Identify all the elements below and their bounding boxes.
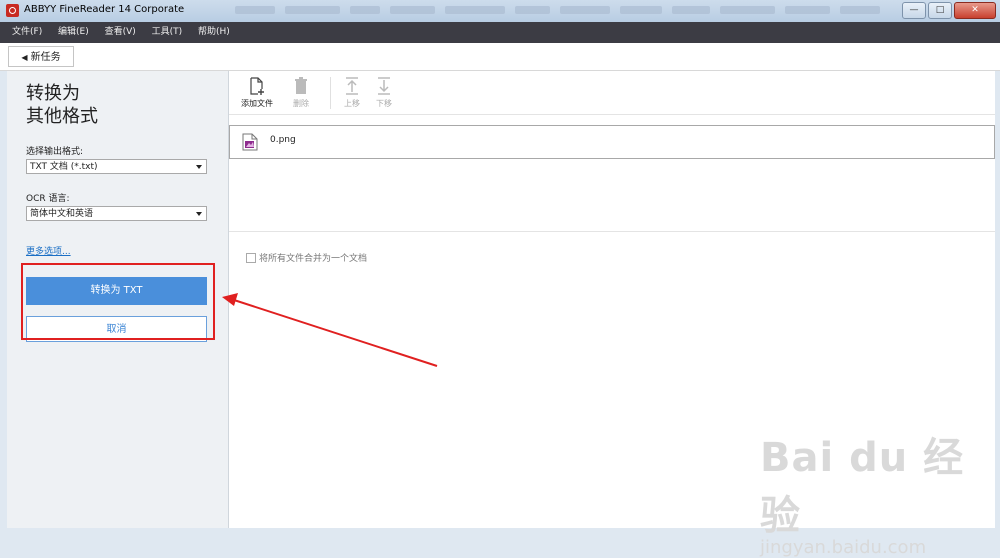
format-value: TXT 文档 (*.txt) <box>30 162 98 172</box>
list-item[interactable]: 0.png <box>229 125 995 159</box>
task-toolbar <box>0 43 1000 71</box>
image-file-icon <box>242 133 258 151</box>
move-up-icon <box>346 77 358 95</box>
menu-file[interactable]: 文件(F) <box>12 22 42 43</box>
baidu-watermark: Bai du 经验 jingyan.baidu.com <box>760 435 965 558</box>
ocr-language-label: OCR 语言: <box>26 194 70 204</box>
move-down-icon <box>378 77 390 95</box>
file-list: 0.png <box>229 114 995 232</box>
minimize-button[interactable]: — <box>902 2 926 19</box>
new-task-button[interactable]: ◀ 新任务 <box>8 46 74 67</box>
chevron-down-icon <box>196 212 202 216</box>
blurred-title-area <box>235 4 925 15</box>
move-down-button[interactable]: 下移 <box>364 77 404 109</box>
close-button[interactable]: ✕ <box>954 2 996 19</box>
toolbar-divider <box>330 77 331 109</box>
back-arrow-icon: ◀ <box>21 53 28 62</box>
trash-icon <box>295 77 307 94</box>
red-highlight-box <box>21 263 215 340</box>
add-file-icon <box>250 77 264 95</box>
chevron-down-icon <box>196 165 202 169</box>
menu-view[interactable]: 查看(V) <box>105 22 136 43</box>
more-options-link[interactable]: 更多选项... <box>26 244 71 257</box>
menu-help[interactable]: 帮助(H) <box>198 22 230 43</box>
new-task-label: 新任务 <box>30 52 61 63</box>
merge-files-checkbox[interactable]: 将所有文件合并为一个文档 <box>246 251 367 264</box>
ocr-language-dropdown[interactable]: 简体中文和英语 <box>26 206 207 221</box>
menu-tools[interactable]: 工具(T) <box>152 22 183 43</box>
format-label: 选择输出格式: <box>26 147 84 157</box>
file-name: 0.png <box>270 135 296 145</box>
merge-files-label: 将所有文件合并为一个文档 <box>259 254 368 264</box>
menu-edit[interactable]: 编辑(E) <box>58 22 89 43</box>
window-title: ABBYY FineReader 14 Corporate <box>24 4 185 15</box>
format-dropdown[interactable]: TXT 文档 (*.txt) <box>26 159 207 174</box>
ocr-language-value: 简体中文和英语 <box>30 209 94 219</box>
delete-button[interactable]: 删除 <box>281 77 321 109</box>
title-bar: ABBYY FineReader 14 Corporate — □ ✕ <box>0 0 1000 23</box>
menu-bar: 文件(F) 编辑(E) 查看(V) 工具(T) 帮助(H) <box>0 22 1000 43</box>
checkbox-icon <box>246 252 256 263</box>
maximize-button[interactable]: □ <box>928 2 952 19</box>
abbyy-logo-icon <box>6 4 19 17</box>
add-file-button[interactable]: 添加文件 <box>237 77 277 109</box>
panel-title: 转换为 其他格式 <box>26 83 98 127</box>
